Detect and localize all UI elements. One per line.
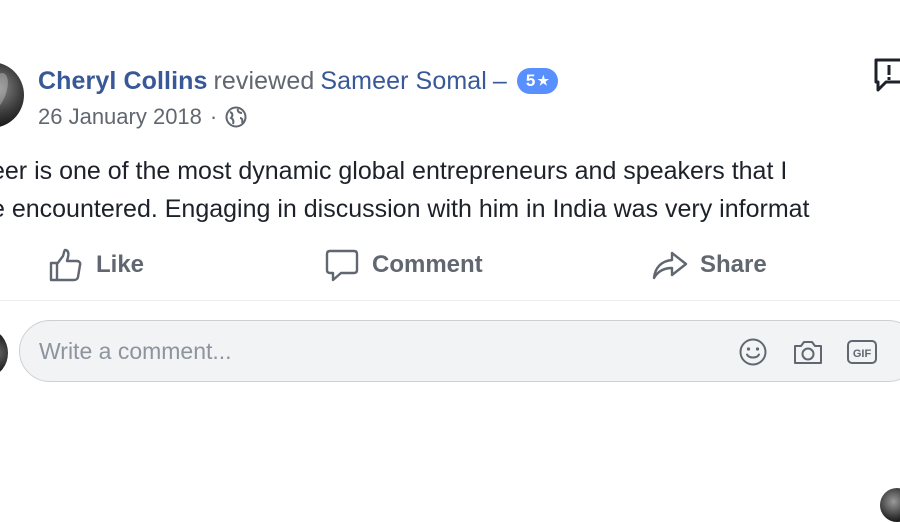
comment-input[interactable] bbox=[39, 321, 719, 381]
rating-star-icon: ★ bbox=[537, 73, 550, 88]
share-arrow-icon bbox=[652, 251, 688, 280]
share-label: Share bbox=[700, 251, 767, 278]
comment-box: GIF bbox=[19, 320, 900, 382]
post-actions-bar: Like Comment Share bbox=[0, 240, 900, 522]
reviewer-avatar[interactable] bbox=[0, 62, 24, 128]
post-meta: 26 January 2018 · bbox=[38, 102, 247, 132]
comment-label: Comment bbox=[372, 251, 483, 278]
comment-button[interactable]: Comment bbox=[324, 240, 483, 290]
post-header: Cheryl Collins reviewed Sameer Somal – 5… bbox=[38, 64, 559, 98]
actions-divider bbox=[0, 300, 900, 301]
post-as-avatar[interactable] bbox=[880, 488, 900, 522]
svg-text:GIF: GIF bbox=[853, 348, 872, 360]
camera-icon[interactable] bbox=[792, 337, 824, 367]
gif-icon[interactable]: GIF bbox=[846, 337, 878, 367]
review-text: eer is one of the most dynamic global en… bbox=[0, 152, 900, 228]
review-text-line-2: e encountered. Engaging in discussion wi… bbox=[0, 195, 810, 223]
commenter-avatar bbox=[0, 330, 8, 376]
rating-badge: 5 ★ bbox=[516, 68, 559, 94]
like-label: Like bbox=[96, 251, 145, 278]
header-dash: – bbox=[492, 66, 507, 95]
share-button[interactable]: Share bbox=[652, 240, 767, 290]
thumbs-up-icon bbox=[49, 248, 82, 282]
globe-icon[interactable] bbox=[225, 106, 247, 128]
reviewed-page-link[interactable]: Sameer Somal bbox=[320, 67, 487, 96]
review-text-line-1: eer is one of the most dynamic global en… bbox=[0, 157, 788, 185]
review-verb: reviewed bbox=[213, 66, 315, 95]
rating-value: 5 bbox=[525, 71, 536, 90]
meta-separator: · bbox=[209, 104, 218, 129]
like-button[interactable]: Like bbox=[48, 240, 144, 290]
report-icon[interactable] bbox=[872, 56, 900, 96]
comment-bubble-icon bbox=[325, 249, 359, 282]
author-name-link[interactable]: Cheryl Collins bbox=[38, 67, 208, 96]
emoji-icon[interactable] bbox=[738, 337, 768, 367]
post-date-link[interactable]: 26 January 2018 bbox=[38, 104, 202, 130]
